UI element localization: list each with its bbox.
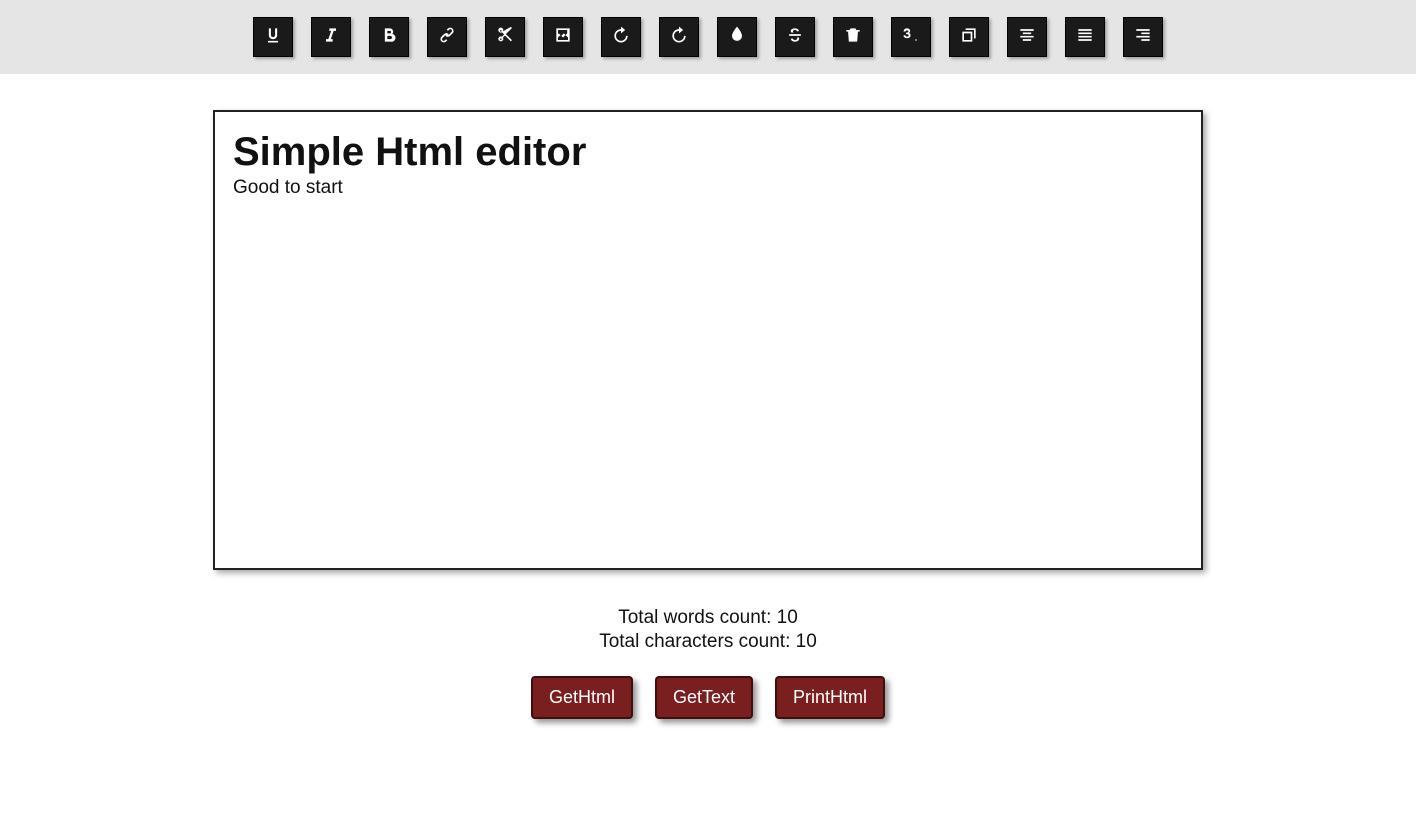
tint-icon xyxy=(727,25,747,50)
actions-row: GetHtml GetText PrintHtml xyxy=(0,676,1416,719)
color-button[interactable] xyxy=(717,17,757,57)
align-center-button[interactable] xyxy=(1007,17,1047,57)
undo-button[interactable] xyxy=(601,17,641,57)
bold-icon xyxy=(379,25,399,50)
trash-icon xyxy=(843,25,863,50)
link-button[interactable] xyxy=(427,17,467,57)
copy-button[interactable] xyxy=(949,17,989,57)
stats-panel: Total words count: 10 Total characters c… xyxy=(0,606,1416,654)
align-left-button[interactable] xyxy=(1065,17,1105,57)
editor-container: Simple Html editor Good to start xyxy=(0,110,1416,570)
words-count: Total words count: 10 xyxy=(0,606,1416,630)
editor-area[interactable]: Simple Html editor Good to start xyxy=(213,110,1203,570)
align-center-icon xyxy=(1017,25,1037,50)
delete-button[interactable] xyxy=(833,17,873,57)
italic-icon xyxy=(321,25,341,50)
underline-button[interactable] xyxy=(253,17,293,57)
redo-icon xyxy=(669,25,689,50)
editor-body-text: Good to start xyxy=(233,177,1183,199)
editor-heading: Simple Html editor xyxy=(233,130,1183,175)
words-value: 10 xyxy=(777,607,798,628)
chars-value: 10 xyxy=(796,631,817,652)
redo-button[interactable] xyxy=(659,17,699,57)
image-button[interactable] xyxy=(543,17,583,57)
chars-count: Total characters count: 10 xyxy=(0,630,1416,654)
strikethrough-icon xyxy=(785,25,805,50)
align-right-button[interactable] xyxy=(1123,17,1163,57)
print-html-button[interactable]: PrintHtml xyxy=(775,676,885,719)
strikethrough-button[interactable] xyxy=(775,17,815,57)
scissors-icon xyxy=(495,25,515,50)
copy-icon xyxy=(959,25,979,50)
align-right-icon xyxy=(1133,25,1153,50)
chars-label: Total characters count: xyxy=(599,631,795,652)
cut-button[interactable] xyxy=(485,17,525,57)
undo-icon xyxy=(611,25,631,50)
get-html-button[interactable]: GetHtml xyxy=(531,676,633,719)
italic-button[interactable] xyxy=(311,17,351,57)
link-icon xyxy=(437,25,457,50)
words-label: Total words count: xyxy=(618,607,776,628)
toolbar xyxy=(0,0,1416,74)
underline-icon xyxy=(263,25,283,50)
image-icon xyxy=(553,25,573,50)
get-text-button[interactable]: GetText xyxy=(655,676,753,719)
bold-button[interactable] xyxy=(369,17,409,57)
subscript-button[interactable] xyxy=(891,17,931,57)
align-left-icon xyxy=(1075,25,1095,50)
subscript-icon xyxy=(901,25,921,50)
